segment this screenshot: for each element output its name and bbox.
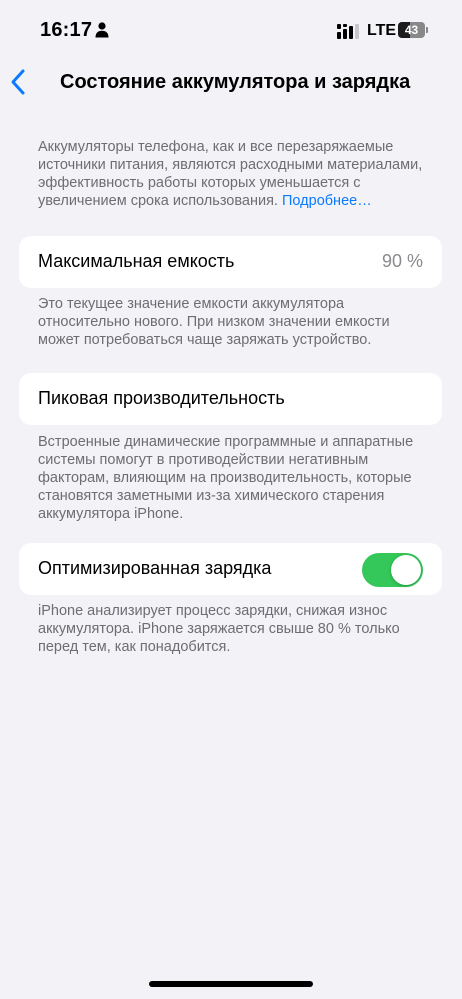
optimized-charging-row: Оптимизированная зарядка [19, 543, 442, 595]
battery-icon: 43 [398, 22, 428, 38]
max-capacity-row: Максимальная емкость 90 % [19, 236, 442, 288]
chevron-left-icon[interactable] [8, 68, 28, 96]
network-type: LTE [367, 22, 397, 39]
signal-icon [337, 24, 359, 39]
max-capacity-note: Это текущее значение емкости аккумулятор… [38, 296, 390, 348]
max-capacity-value: 90 % [381, 251, 423, 271]
status-bar: 16:17 LTE 43 [0, 0, 462, 56]
intro-note: Аккумуляторы телефона, как и все перезар… [38, 138, 428, 210]
status-time: 16:17 [40, 19, 93, 41]
max-capacity-label: Максимальная емкость [38, 251, 235, 271]
battery-level: 43 [404, 23, 419, 37]
peak-performance-note: Встроенные динамические программные и ап… [38, 434, 414, 522]
peak-performance-label: Пиковая производительность [38, 388, 285, 408]
optimized-charging-note: iPhone анализирует процесс зарядки, сниж… [38, 603, 400, 655]
optimized-charging-toggle[interactable] [362, 553, 423, 587]
page-title: Состояние аккумулятора и зарядка [60, 71, 411, 93]
person-icon [95, 22, 109, 38]
peak-performance-row: Пиковая производительность [19, 373, 442, 425]
learn-more-link[interactable]: Подробнее… [282, 193, 372, 209]
optimized-charging-label: Оптимизированная зарядка [38, 558, 272, 578]
home-indicator[interactable] [149, 981, 313, 987]
navigation-bar: Состояние аккумулятора и зарядка [0, 60, 462, 104]
toggle-knob [391, 555, 421, 585]
